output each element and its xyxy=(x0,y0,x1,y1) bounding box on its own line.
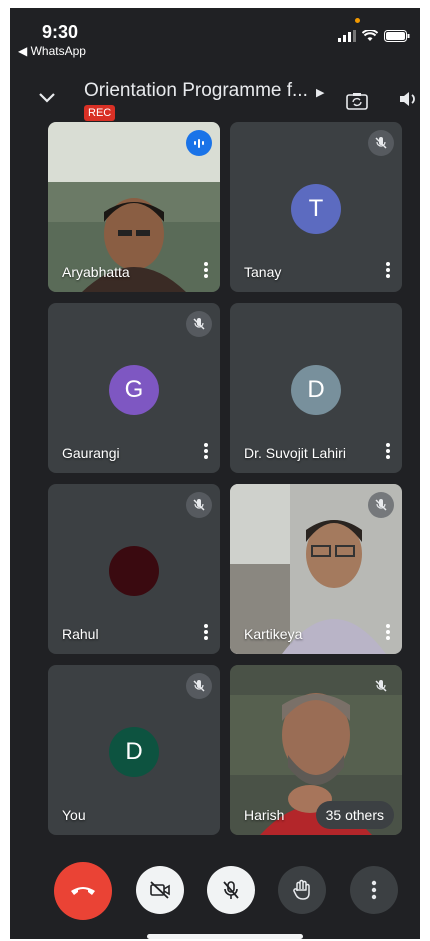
mic-off-icon xyxy=(186,311,212,337)
participant-avatar: T xyxy=(291,184,341,234)
status-icons xyxy=(338,30,410,42)
switch-camera-icon[interactable] xyxy=(346,92,368,110)
participant-tile[interactable]: Harish 35 others xyxy=(230,665,402,835)
home-indicator[interactable] xyxy=(147,934,303,939)
mic-off-icon xyxy=(368,130,394,156)
signal-icon xyxy=(338,30,356,42)
wifi-icon xyxy=(362,30,378,41)
title-arrow-icon[interactable]: ▶ xyxy=(316,86,324,99)
mic-off-icon xyxy=(368,492,394,518)
more-options-icon[interactable] xyxy=(200,622,212,646)
participant-tile[interactable]: T Tanay xyxy=(230,122,402,292)
camera-off-icon xyxy=(150,881,170,899)
status-time: 9:30 xyxy=(42,22,79,42)
mic-off-icon xyxy=(223,881,239,899)
battery-icon xyxy=(384,30,410,42)
participant-tile[interactable]: Rahul xyxy=(48,484,220,654)
participant-avatar xyxy=(109,546,159,596)
participant-name: Dr. Suvojit Lahiri xyxy=(244,445,346,461)
participant-name: Rahul xyxy=(62,626,99,642)
participant-avatar: D xyxy=(109,727,159,777)
participant-name: You xyxy=(62,807,86,823)
back-to-whatsapp-link[interactable]: ◀ WhatsApp xyxy=(18,44,86,58)
hand-icon xyxy=(293,879,310,900)
more-options-button[interactable] xyxy=(350,866,398,914)
participant-name: Gaurangi xyxy=(62,445,120,461)
participant-tile[interactable]: Kartikeya xyxy=(230,484,402,654)
chevron-down-icon[interactable] xyxy=(38,92,56,104)
participant-name: Kartikeya xyxy=(244,626,303,642)
participant-name: Aryabhatta xyxy=(62,264,130,280)
mic-off-icon xyxy=(186,492,212,518)
participant-avatar: G xyxy=(109,365,159,415)
participant-name: Tanay xyxy=(244,264,282,280)
rec-badge: REC xyxy=(84,105,116,121)
participant-tile[interactable]: Aryabhatta xyxy=(48,122,220,292)
speaking-indicator-icon xyxy=(186,130,212,156)
more-options-icon[interactable] xyxy=(382,441,394,465)
meet-screen: 9:30 ◀ WhatsApp Orientation Programme f.… xyxy=(10,8,420,939)
meeting-title[interactable]: Orientation Programme f... xyxy=(84,80,308,102)
participant-avatar: D xyxy=(291,365,341,415)
end-call-button[interactable] xyxy=(54,862,112,920)
more-options-icon[interactable] xyxy=(382,260,394,284)
more-options-icon[interactable] xyxy=(200,441,212,465)
more-vert-icon xyxy=(371,880,377,900)
participant-tile-self[interactable]: D You xyxy=(48,665,220,835)
raise-hand-button[interactable] xyxy=(278,866,326,914)
mic-toggle-button[interactable] xyxy=(207,866,255,914)
participant-name: Harish xyxy=(244,807,285,823)
more-options-icon[interactable] xyxy=(200,260,212,284)
mic-off-icon xyxy=(186,673,212,699)
others-count-button[interactable]: 35 others xyxy=(315,801,394,829)
participant-tile[interactable]: D Dr. Suvojit Lahiri xyxy=(230,303,402,473)
speaker-icon[interactable] xyxy=(398,90,418,108)
camera-toggle-button[interactable] xyxy=(136,866,184,914)
mic-off-icon xyxy=(368,673,394,699)
mic-in-use-indicator xyxy=(355,18,360,23)
phone-hangup-icon xyxy=(71,887,95,895)
more-options-icon[interactable] xyxy=(382,622,394,646)
participant-tile[interactable]: G Gaurangi xyxy=(48,303,220,473)
